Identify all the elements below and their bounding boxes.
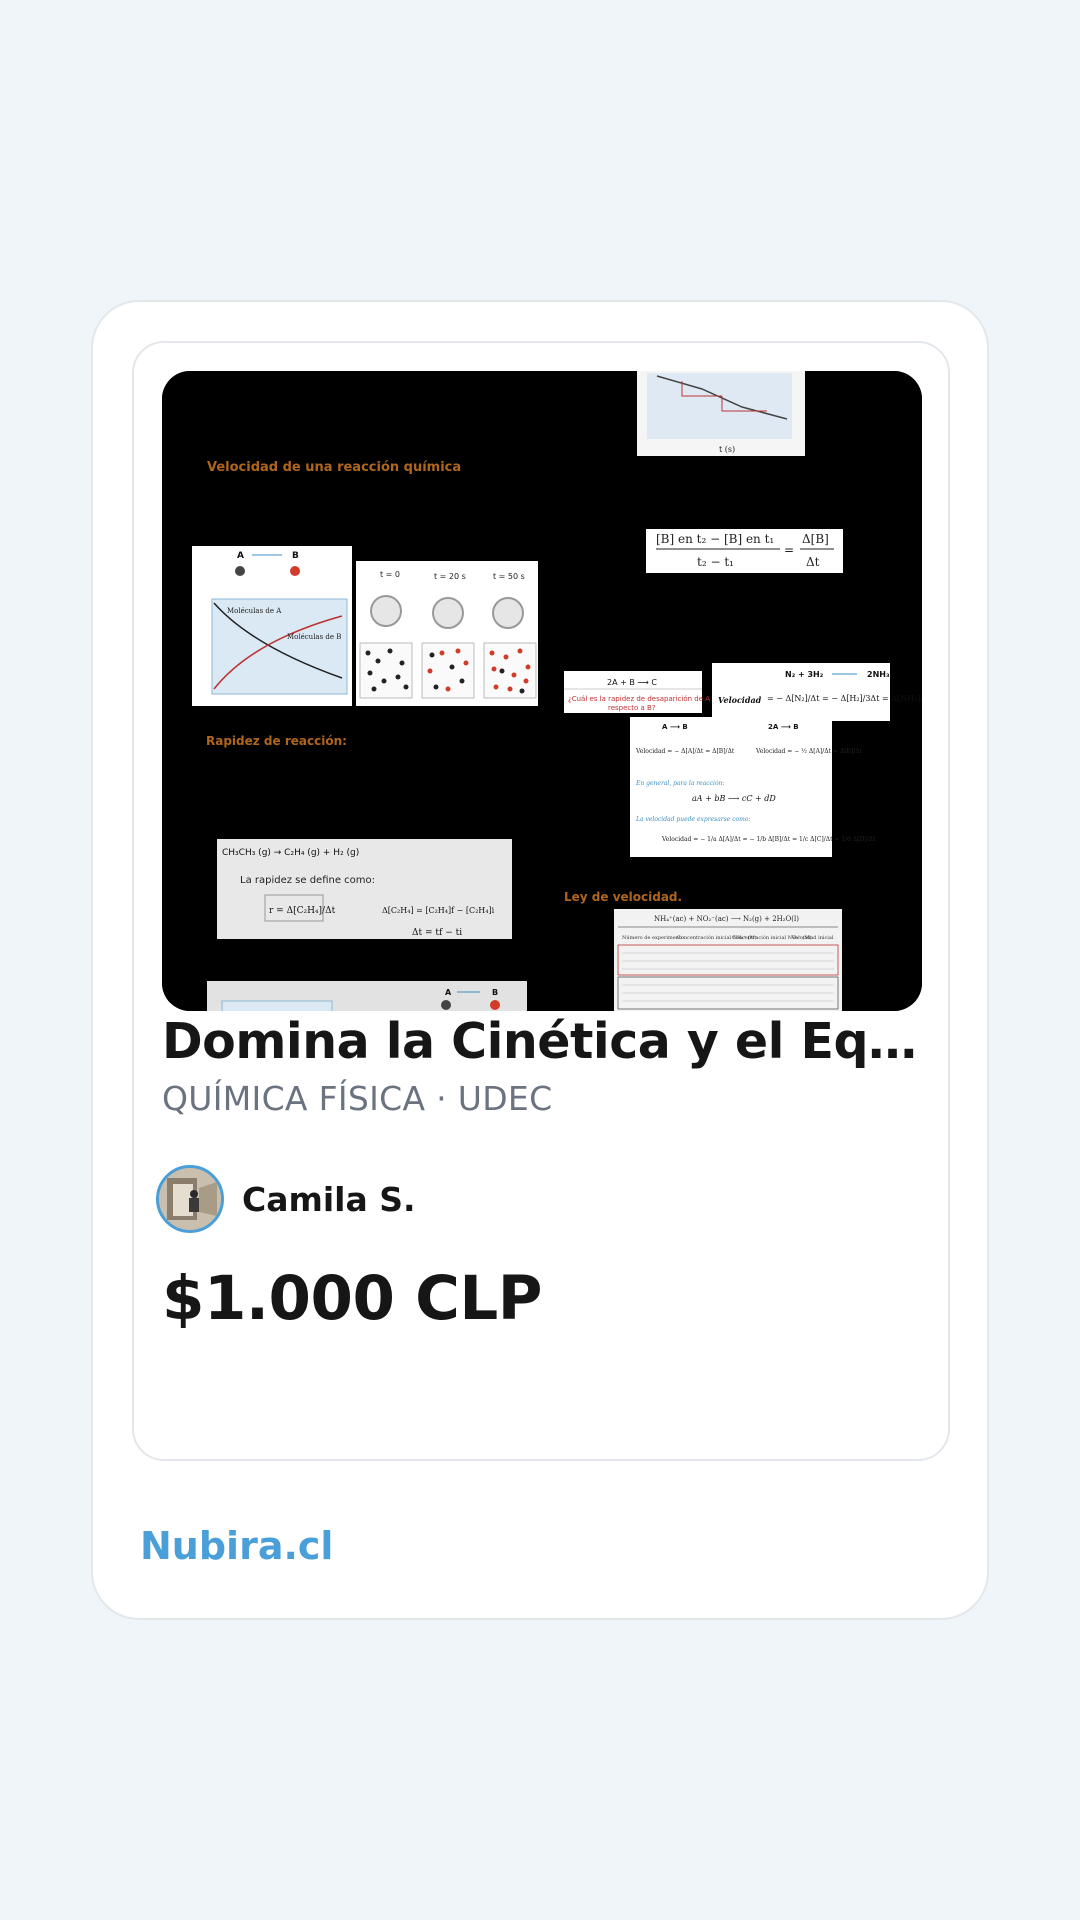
svg-text:Δt: Δt xyxy=(806,555,820,569)
svg-text:Velocidad: Velocidad xyxy=(718,695,762,705)
svg-text:2NH₃: 2NH₃ xyxy=(867,670,890,679)
course-card-inner[interactable]: t (s) Velocidad de una reacción química … xyxy=(132,341,950,1461)
slide-clocks-panel: t = 0 t = 20 s t = 50 s xyxy=(356,561,538,706)
slide-rate-table: NH₄⁺(ac) + NO₂⁻(ac) ⟶ N₂(g) + 2H₂O(l) Nú… xyxy=(614,909,842,1011)
slide-question-box: 2A + B ⟶ C ¿Cuál es la rapidez de desapa… xyxy=(564,671,710,713)
course-subtitle: QUÍMICA FÍSICA · UDEC xyxy=(162,1079,553,1118)
svg-text:Velocidad = − 1/a Δ[A]/Δt = −: Velocidad = − 1/a Δ[A]/Δt = − 1/b Δ[B]/Δ… xyxy=(661,836,876,843)
svg-text:¿Cuál es la rapidez de desapar: ¿Cuál es la rapidez de desaparición de A xyxy=(568,695,710,703)
svg-text:2A + B ⟶ C: 2A + B ⟶ C xyxy=(607,678,657,687)
svg-text:CH₃CH₃ (g) → C₂H₄ (g) + H₂ (g): CH₃CH₃ (g) → C₂H₄ (g) + H₂ (g) xyxy=(222,848,359,858)
slide-heading-ley: Ley de velocidad. xyxy=(564,890,682,904)
svg-text:La velocidad puede expresarse: La velocidad puede expresarse como: xyxy=(635,816,751,823)
svg-text:t₂ − t₁: t₂ − t₁ xyxy=(697,555,734,569)
author-info[interactable]: Camila S. xyxy=(156,1165,416,1233)
slide-ab-graph: A B Moléculas de A Moléculas de B xyxy=(192,546,352,706)
svg-text:Δ[B]: Δ[B] xyxy=(802,532,829,546)
svg-text:Δ[C₂H₄] = [C₂H₄]f − [C₂H₄]i: Δ[C₂H₄] = [C₂H₄]f − [C₂H₄]i xyxy=(382,906,495,915)
svg-text:t = 50 s: t = 50 s xyxy=(493,572,525,581)
brand-link[interactable]: Nubira.cl xyxy=(140,1524,333,1568)
course-thumbnail[interactable]: t (s) Velocidad de una reacción química … xyxy=(162,371,922,1011)
slide-b-rate-formula: [B] en t₂ − [B] en t₁ t₂ − t₁ = Δ[B] Δt xyxy=(646,529,843,573)
course-card[interactable]: t (s) Velocidad de una reacción química … xyxy=(91,300,989,1620)
svg-text:t = 0: t = 0 xyxy=(380,570,400,579)
slide-heading-velocidad: Velocidad de una reacción química xyxy=(207,460,461,475)
svg-text:2A ⟶ B: 2A ⟶ B xyxy=(768,723,799,731)
svg-text:= − Δ[N₂]/Δt = − Δ[H₂]/3Δt = Δ: = − Δ[N₂]/Δt = − Δ[H₂]/3Δt = Δ[NH₃]/2Δt xyxy=(767,694,922,703)
slide-concentration-graph: t (s) xyxy=(637,371,805,456)
slide-heading-rapidez: Rapidez de reacción: xyxy=(206,734,347,748)
svg-text:B: B xyxy=(492,988,498,997)
svg-text:A: A xyxy=(445,988,452,997)
svg-text:=: = xyxy=(784,543,794,557)
svg-text:La rapidez se define como:: La rapidez se define como: xyxy=(240,875,375,886)
svg-text:r = Δ[C₂H₄]/Δt: r = Δ[C₂H₄]/Δt xyxy=(269,906,336,916)
author-name[interactable]: Camila S. xyxy=(242,1180,416,1219)
svg-text:Moléculas de A: Moléculas de A xyxy=(227,607,282,615)
svg-text:t (s): t (s) xyxy=(719,445,735,454)
svg-text:A: A xyxy=(237,551,244,561)
slide-bottom-partial: A B xyxy=(207,981,527,1011)
svg-text:N₂ + 3H₂: N₂ + 3H₂ xyxy=(785,670,824,679)
svg-text:[B] en t₂ − [B] en t₁: [B] en t₂ − [B] en t₁ xyxy=(656,532,774,546)
svg-text:aA + bB ⟶ cC + dD: aA + bB ⟶ cC + dD xyxy=(692,794,776,803)
svg-text:Velocidad inicial: Velocidad inicial xyxy=(791,935,834,941)
svg-text:Velocidad = − ½ Δ[A]/Δt = Δ[B]: Velocidad = − ½ Δ[A]/Δt = Δ[B]/Δt xyxy=(755,748,863,755)
svg-text:Velocidad = − Δ[A]/Δt = Δ[B]/Δ: Velocidad = − Δ[A]/Δt = Δ[B]/Δt xyxy=(635,748,735,755)
svg-text:Δt = tf − ti: Δt = tf − ti xyxy=(412,928,462,938)
svg-text:A ⟶ B: A ⟶ B xyxy=(662,723,688,731)
svg-text:B: B xyxy=(292,551,299,561)
svg-text:NH₄⁺(ac) + NO₂⁻(ac) ⟶ N₂(g) +: NH₄⁺(ac) + NO₂⁻(ac) ⟶ N₂(g) + 2H₂O(l) xyxy=(654,915,799,923)
svg-text:Moléculas de B: Moléculas de B xyxy=(287,633,341,641)
svg-text:Número de experimento: Número de experimento xyxy=(622,934,684,941)
svg-text:En general, para la reacción:: En general, para la reacción: xyxy=(635,780,724,787)
course-title[interactable]: Domina la Cinética y el Equilibrio Quími… xyxy=(162,1013,922,1070)
slide-ethane-box: CH₃CH₃ (g) → C₂H₄ (g) + H₂ (g) La rapide… xyxy=(217,839,512,939)
avatar[interactable] xyxy=(156,1165,224,1233)
course-price: $1.000 CLP xyxy=(162,1263,542,1334)
svg-text:respecto a B?: respecto a B? xyxy=(608,704,656,712)
svg-text:t = 20 s: t = 20 s xyxy=(434,572,466,581)
